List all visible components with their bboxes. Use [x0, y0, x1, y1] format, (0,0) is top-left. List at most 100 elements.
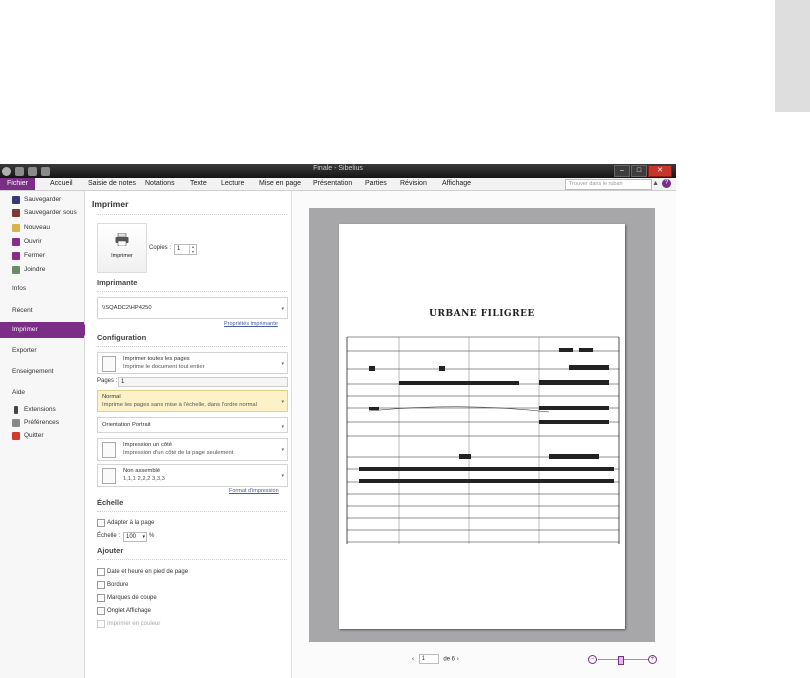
orientation-select[interactable]: Orientation Portrait ▾: [97, 417, 288, 433]
nav-infos-label: Infos: [12, 285, 27, 292]
nav-extensions[interactable]: Extensions: [0, 404, 84, 416]
nav-quit[interactable]: Quitter: [0, 430, 84, 442]
border-label: Bordure: [107, 582, 129, 588]
zoom-in-icon[interactable]: +: [648, 655, 657, 664]
nav-save-as[interactable]: Sauvegarder sous: [0, 207, 84, 219]
tab-revision[interactable]: Révision: [400, 178, 427, 190]
side-panel-tab: [775, 0, 810, 112]
next-page-icon[interactable]: ›: [457, 657, 459, 663]
tab-presentation[interactable]: Présentation: [313, 178, 352, 190]
print-format-link[interactable]: Format d'impression: [229, 488, 279, 494]
nav-close-label: Fermer: [24, 252, 45, 259]
chevron-down-icon: ▾: [281, 473, 284, 480]
printer-properties-link[interactable]: Propriétés imprimante: [224, 321, 278, 327]
print-button[interactable]: Imprimer: [97, 223, 147, 273]
nav-export-label: Exporter: [12, 347, 37, 354]
new-document-icon: [12, 224, 20, 232]
checkbox-box[interactable]: [97, 568, 105, 576]
preview-backdrop: URBANE FILIGREE: [309, 208, 655, 642]
nav-attach[interactable]: Joindre: [0, 264, 84, 276]
printer-select[interactable]: \\SQADC2\HP4250 ▾: [97, 297, 288, 319]
chevron-down-icon: ▾: [281, 361, 284, 367]
page-navigator: ‹ 1 de 6 ›: [412, 654, 459, 664]
nav-print[interactable]: Imprimer: [0, 322, 90, 338]
minimize-button[interactable]: –: [614, 165, 630, 177]
checkbox-box[interactable]: [97, 519, 105, 527]
crop-marks-checkbox[interactable]: Marques de coupe: [97, 594, 277, 602]
tab-parties[interactable]: Parties: [365, 178, 387, 190]
nav-open[interactable]: Ouvrir: [0, 236, 84, 248]
printer-heading: Imprimante: [97, 278, 138, 287]
nav-teaching-label: Enseignement: [12, 368, 54, 375]
one-sided-icon: [102, 442, 116, 458]
tab-accueil[interactable]: Accueil: [50, 178, 73, 190]
tab-texte[interactable]: Texte: [190, 178, 207, 190]
tab-affichage[interactable]: Affichage: [442, 178, 471, 190]
tab-saisie-de-notes[interactable]: Saisie de notes: [88, 178, 136, 190]
print-settings-panel: Imprimer Imprimer Copies : 1 ▲ ▼ Impriman…: [85, 191, 292, 678]
nav-new-label: Nouveau: [24, 224, 51, 231]
nav-new[interactable]: Nouveau: [0, 222, 84, 234]
checkbox-box[interactable]: [97, 594, 105, 602]
tab-mise-en-page[interactable]: Mise en page: [259, 178, 301, 190]
nav-recent-label: Récent: [12, 307, 33, 314]
score-staves: [346, 336, 620, 544]
sides-option-title: Impression un côté: [123, 442, 172, 448]
add-heading: Ajouter: [97, 546, 124, 555]
collate-select[interactable]: Non assemblé 1,1,1 2,2,2 3,3,3 ▾: [97, 464, 288, 487]
scale-label: Échelle :: [97, 533, 121, 539]
maximize-button[interactable]: □: [631, 165, 647, 177]
tab-fichier[interactable]: Fichier: [0, 178, 36, 190]
previous-page-icon[interactable]: ‹: [412, 657, 414, 663]
chevron-down-icon: ▾: [281, 447, 284, 454]
scale-select[interactable]: 100 ▾: [123, 532, 147, 542]
save-as-icon: [12, 209, 20, 217]
tab-lecture[interactable]: Lecture: [221, 178, 244, 190]
current-page-input[interactable]: 1: [418, 654, 439, 664]
view-tab-checkbox[interactable]: Onglet Affichage: [97, 607, 277, 615]
scale-heading: Échelle: [97, 498, 124, 507]
pages-label: Pages :: [97, 378, 118, 384]
copies-stepper[interactable]: 1 ▲ ▼: [174, 244, 197, 255]
orientation-value: Orientation Portrait: [102, 422, 151, 428]
nav-help[interactable]: Aide: [0, 387, 84, 399]
collapse-ribbon-icon[interactable]: ▲: [652, 179, 659, 189]
score-page: URBANE FILIGREE: [339, 224, 625, 629]
scaling-select[interactable]: Normal Imprime les pages sans mise à l'é…: [97, 390, 288, 412]
configuration-heading: Configuration: [97, 333, 147, 342]
nav-preferences[interactable]: Préférences: [0, 417, 84, 429]
view-tab-label: Onglet Affichage: [107, 608, 151, 614]
scaling-option-title: Normal: [102, 394, 121, 400]
fit-to-page-checkbox[interactable]: Adapter à la page: [97, 519, 277, 527]
nav-save[interactable]: Sauvegarder: [0, 194, 84, 206]
scale-value: 100: [126, 534, 137, 540]
divider: [97, 559, 287, 560]
divider: [97, 291, 287, 292]
nav-export[interactable]: Exporter: [0, 345, 84, 357]
chevron-down-icon: ▾: [281, 399, 284, 405]
border-checkbox[interactable]: Bordure: [97, 581, 277, 589]
nav-teaching[interactable]: Enseignement: [0, 366, 84, 378]
pages-option-title: Imprimer toutes les pages: [123, 356, 190, 362]
stepper-arrows-icon[interactable]: ▲ ▼: [189, 245, 196, 254]
tab-notations[interactable]: Notations: [145, 178, 175, 190]
nav-close[interactable]: Fermer: [0, 250, 84, 262]
nav-save-label: Sauvegarder: [24, 196, 62, 203]
zoom-thumb[interactable]: [618, 656, 624, 665]
checkbox-box[interactable]: [97, 581, 105, 589]
ribbon-search-input[interactable]: Trouver dans le ruban: [565, 179, 652, 190]
save-icon: [12, 196, 20, 204]
date-time-footer-checkbox[interactable]: Date et heure en pied de page: [97, 568, 277, 576]
nav-infos[interactable]: Infos: [0, 283, 84, 295]
checkbox-box[interactable]: [97, 607, 105, 615]
help-icon[interactable]: ?: [662, 179, 671, 188]
nav-recent[interactable]: Récent: [0, 305, 84, 317]
pages-range-select[interactable]: Imprimer toutes les pages Imprime le doc…: [97, 352, 288, 374]
collate-option-title: Non assemblé: [123, 468, 161, 474]
sides-select[interactable]: Impression un côté Impression d'un côté …: [97, 438, 288, 461]
zoom-slider[interactable]: − +: [588, 654, 658, 665]
attach-icon: [12, 266, 20, 274]
close-window-button[interactable]: ✕: [648, 165, 672, 177]
pages-input[interactable]: 1: [118, 377, 288, 387]
zoom-out-icon[interactable]: −: [588, 655, 597, 664]
